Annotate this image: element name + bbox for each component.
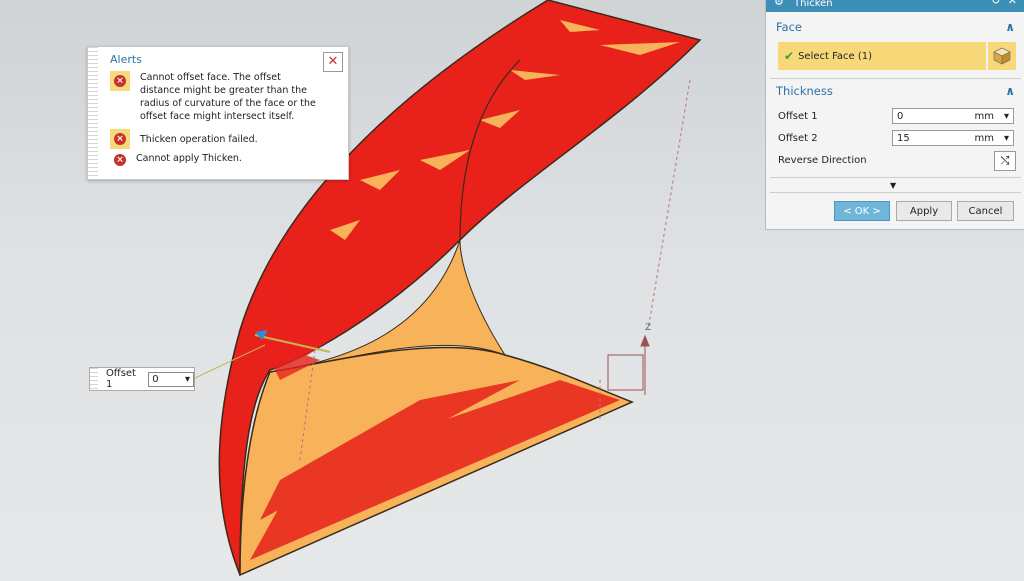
alert-item: × Thicken operation failed. — [110, 129, 258, 149]
offset-popup: Offset 1 0 ▾ — [89, 367, 195, 391]
offset1-label: Offset 1 — [778, 111, 818, 122]
csys-icon — [607, 334, 650, 395]
section-divider — [770, 192, 1021, 193]
offset2-unit: mm — [974, 132, 994, 144]
close-icon[interactable]: ✕ — [1008, 0, 1017, 7]
alerts-grip[interactable] — [88, 47, 98, 179]
select-face-row[interactable]: ✔ Select Face (1) — [778, 42, 986, 70]
alert-text: Thicken operation failed. — [140, 134, 258, 145]
dialog-title: Thicken — [794, 0, 833, 9]
offset2-value: 15 — [897, 132, 910, 144]
offset-popup-select[interactable]: 0 ▾ — [148, 371, 194, 387]
offset1-unit: mm — [974, 110, 994, 122]
check-icon: ✔ — [784, 49, 795, 63]
alert-item: × Cannot apply Thicken. — [110, 151, 242, 166]
popup-grip[interactable] — [90, 368, 98, 390]
offset2-label: Offset 2 — [778, 133, 818, 144]
reverse-direction-label: Reverse Direction — [778, 155, 867, 166]
error-icon: × — [110, 71, 130, 91]
alert-text: Cannot apply Thicken. — [136, 153, 242, 164]
alert-item: × Cannot offset face. The offset distanc… — [110, 71, 320, 123]
face-section-heading[interactable]: Face — [776, 20, 802, 34]
title-tools: ↻ ✕ — [991, 0, 1017, 7]
reverse-direction-icon[interactable]: ⤭ — [994, 151, 1016, 171]
apply-button[interactable]: Apply — [896, 201, 952, 221]
chevron-down-icon[interactable]: ▾ — [1004, 111, 1009, 122]
offset-popup-value: 0 — [152, 373, 159, 385]
offset-popup-label: Offset 1 — [105, 368, 136, 390]
thicken-dialog: ⚙ Thicken ↻ ✕ Face ∧ ✔ Select Face (1) T… — [765, 0, 1024, 230]
expand-more-icon[interactable]: ▼ — [890, 181, 896, 190]
chevron-down-icon[interactable]: ▾ — [1004, 133, 1009, 144]
select-face-label: Select Face (1) — [798, 50, 873, 62]
section-divider — [770, 78, 1021, 79]
offset2-field[interactable]: 15 mm ▾ — [892, 130, 1014, 146]
dialog-title-bar: ⚙ Thicken ↻ ✕ — [766, 0, 1024, 12]
offset1-value: 0 — [897, 110, 904, 122]
offset1-field[interactable]: 0 mm ▾ — [892, 108, 1014, 124]
ok-button[interactable]: < OK > — [834, 201, 890, 221]
alerts-title: Alerts — [110, 53, 142, 66]
z-axis-label: Z — [645, 323, 651, 333]
section-divider — [770, 177, 1021, 178]
error-icon: × — [114, 154, 126, 166]
reset-icon[interactable]: ↻ — [991, 0, 1000, 7]
close-icon[interactable]: ✕ — [323, 52, 343, 72]
face-selection-cube-icon[interactable] — [988, 42, 1016, 70]
error-icon: × — [110, 129, 130, 149]
alerts-panel: Alerts × Cannot offset face. The offset … — [87, 46, 349, 180]
cancel-button[interactable]: Cancel — [957, 201, 1014, 221]
collapse-thickness-icon[interactable]: ∧ — [1005, 84, 1015, 98]
gear-icon[interactable]: ⚙ — [774, 0, 784, 7]
alert-text: Cannot offset face. The offset distance … — [140, 72, 316, 122]
thickness-section-heading[interactable]: Thickness — [776, 84, 833, 98]
collapse-face-icon[interactable]: ∧ — [1005, 20, 1015, 34]
chevron-down-icon: ▾ — [184, 373, 190, 385]
